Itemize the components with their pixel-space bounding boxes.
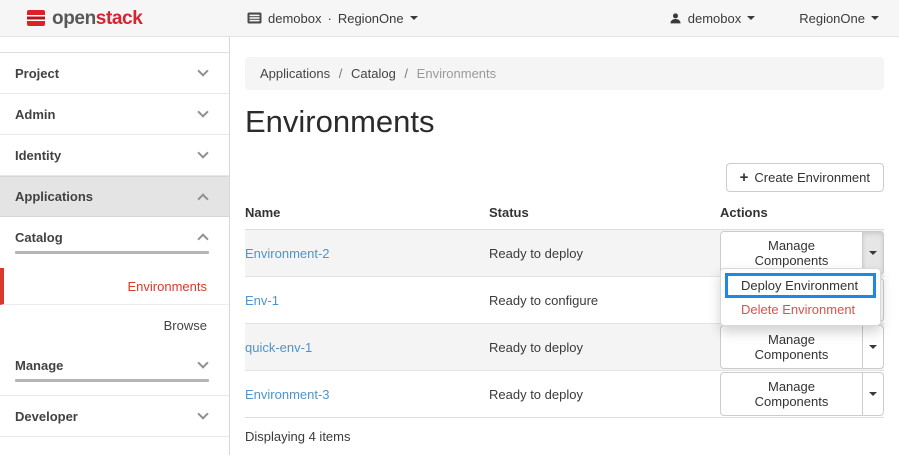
environment-name-link[interactable]: quick-env-1: [245, 340, 312, 355]
wordmark-stack: stack: [96, 8, 143, 29]
chevron-down-icon: [197, 147, 208, 158]
row-action-group: Manage Components: [720, 325, 884, 369]
caret-down-icon: [869, 251, 877, 255]
create-environment-label: Create Environment: [754, 170, 870, 185]
deploy-environment-menu-item[interactable]: Deploy Environment: [725, 273, 876, 298]
sidebar-item-applications[interactable]: Applications: [0, 176, 229, 217]
breadcrumb-separator: /: [339, 66, 343, 81]
column-header-status[interactable]: Status: [489, 199, 720, 230]
breadcrumb-separator: /: [404, 66, 408, 81]
table-row: quick-env-1 Ready to deploy Manage Compo…: [245, 324, 884, 371]
manage-components-button[interactable]: Manage Components: [720, 372, 863, 416]
row-actions-dropdown-toggle[interactable]: [862, 325, 884, 369]
switcher-project-label: demobox: [268, 11, 321, 26]
breadcrumb: Applications / Catalog / Environments: [245, 57, 884, 90]
row-actions-dropdown-toggle[interactable]: [862, 372, 884, 416]
sidebar-group-label: Manage: [15, 358, 63, 373]
sidebar-item-project[interactable]: Project: [0, 53, 229, 94]
sidebar-group-catalog[interactable]: Catalog: [0, 217, 229, 248]
chevron-down-icon: [197, 357, 208, 368]
delete-environment-menu-item[interactable]: Delete Environment: [721, 298, 880, 321]
column-header-name[interactable]: Name: [245, 199, 489, 230]
sidebar-top-strip: [0, 37, 229, 53]
row-action-group: Manage Components: [720, 372, 884, 416]
application-window: openstack demobox · RegionOne demobox Re…: [0, 0, 899, 455]
sidebar-item-browse[interactable]: Browse: [0, 305, 229, 345]
environment-name-link[interactable]: Environment-3: [245, 387, 330, 402]
environments-table: Name Status Actions Environment-2 Ready …: [245, 199, 884, 455]
table-row: Environment-3 Ready to deploy Manage Com…: [245, 371, 884, 418]
caret-down-icon: [410, 16, 418, 20]
breadcrumb-applications[interactable]: Applications: [260, 66, 330, 81]
chevron-down-icon: [197, 106, 208, 117]
user-menu-label: demobox: [688, 11, 741, 26]
sidebar-item-admin[interactable]: Admin: [0, 94, 229, 135]
region-menu[interactable]: RegionOne: [799, 11, 879, 26]
chevron-down-icon: [197, 408, 208, 419]
sidebar-item-developer[interactable]: Developer: [0, 396, 229, 437]
catalog-underline: [15, 251, 209, 254]
table-toolbar: + Create Environment: [245, 163, 884, 192]
chevron-down-icon: [197, 65, 208, 76]
chevron-up-icon: [197, 193, 208, 204]
user-menu[interactable]: demobox: [669, 11, 755, 26]
items-count-text: Displaying 4 items: [245, 418, 884, 455]
project-list-icon: [247, 12, 262, 24]
row-actions-dropdown-menu: Deploy Environment Delete Environment: [720, 268, 881, 326]
manage-underline: [15, 379, 209, 382]
sidebar-group-manage[interactable]: Manage: [0, 345, 229, 376]
wordmark-open: open: [52, 8, 96, 29]
sidebar-item-label: Browse: [164, 318, 207, 333]
manage-components-button[interactable]: Manage Components: [720, 325, 863, 369]
sidebar-item-label: Environments: [128, 279, 207, 294]
page-title: Environments: [245, 104, 884, 140]
sidebar-group-label: Catalog: [15, 230, 63, 245]
top-header: openstack demobox · RegionOne demobox Re…: [0, 0, 899, 37]
breadcrumb-current: Environments: [417, 66, 496, 81]
project-region-switcher[interactable]: demobox · RegionOne: [247, 11, 418, 26]
header-right-menus: demobox RegionOne: [669, 11, 899, 26]
sidebar-nav: Project Admin Identity Applications Cata…: [0, 37, 230, 455]
environment-name-link[interactable]: Environment-2: [245, 246, 330, 261]
caret-down-icon: [869, 345, 877, 349]
sidebar-item-label: Identity: [15, 148, 61, 163]
table-header-row: Name Status Actions: [245, 199, 884, 230]
sidebar-item-identity[interactable]: Identity: [0, 135, 229, 176]
sidebar-item-label: Developer: [15, 409, 78, 424]
caret-down-icon: [871, 16, 879, 20]
environment-name-link[interactable]: Env-1: [245, 293, 279, 308]
sidebar-item-label: Admin: [15, 107, 55, 122]
caret-down-icon: [747, 16, 755, 20]
chevron-up-icon: [197, 233, 208, 244]
caret-down-icon: [869, 392, 877, 396]
switcher-region-label: RegionOne: [338, 11, 404, 26]
environment-status: Ready to deploy: [489, 387, 583, 402]
breadcrumb-catalog[interactable]: Catalog: [351, 66, 396, 81]
sidebar-item-label: Project: [15, 66, 59, 81]
sidebar-item-environments[interactable]: Environments: [0, 268, 229, 305]
user-icon: [669, 12, 682, 25]
sidebar-item-label: Applications: [15, 189, 93, 204]
environment-status: Ready to deploy: [489, 246, 583, 261]
environment-status: Ready to configure: [489, 293, 598, 308]
create-environment-button[interactable]: + Create Environment: [726, 163, 884, 192]
column-header-actions: Actions: [720, 199, 884, 230]
table-footer-row: Displaying 4 items: [245, 418, 884, 455]
plus-icon: +: [740, 171, 749, 184]
region-menu-label: RegionOne: [799, 11, 865, 26]
environment-status: Ready to deploy: [489, 340, 583, 355]
openstack-logo-icon: [27, 10, 45, 26]
openstack-brand[interactable]: openstack: [0, 9, 230, 28]
switcher-separator: ·: [327, 11, 331, 26]
openstack-wordmark: openstack: [52, 9, 142, 28]
main-content: Applications / Catalog / Environments En…: [230, 37, 899, 455]
